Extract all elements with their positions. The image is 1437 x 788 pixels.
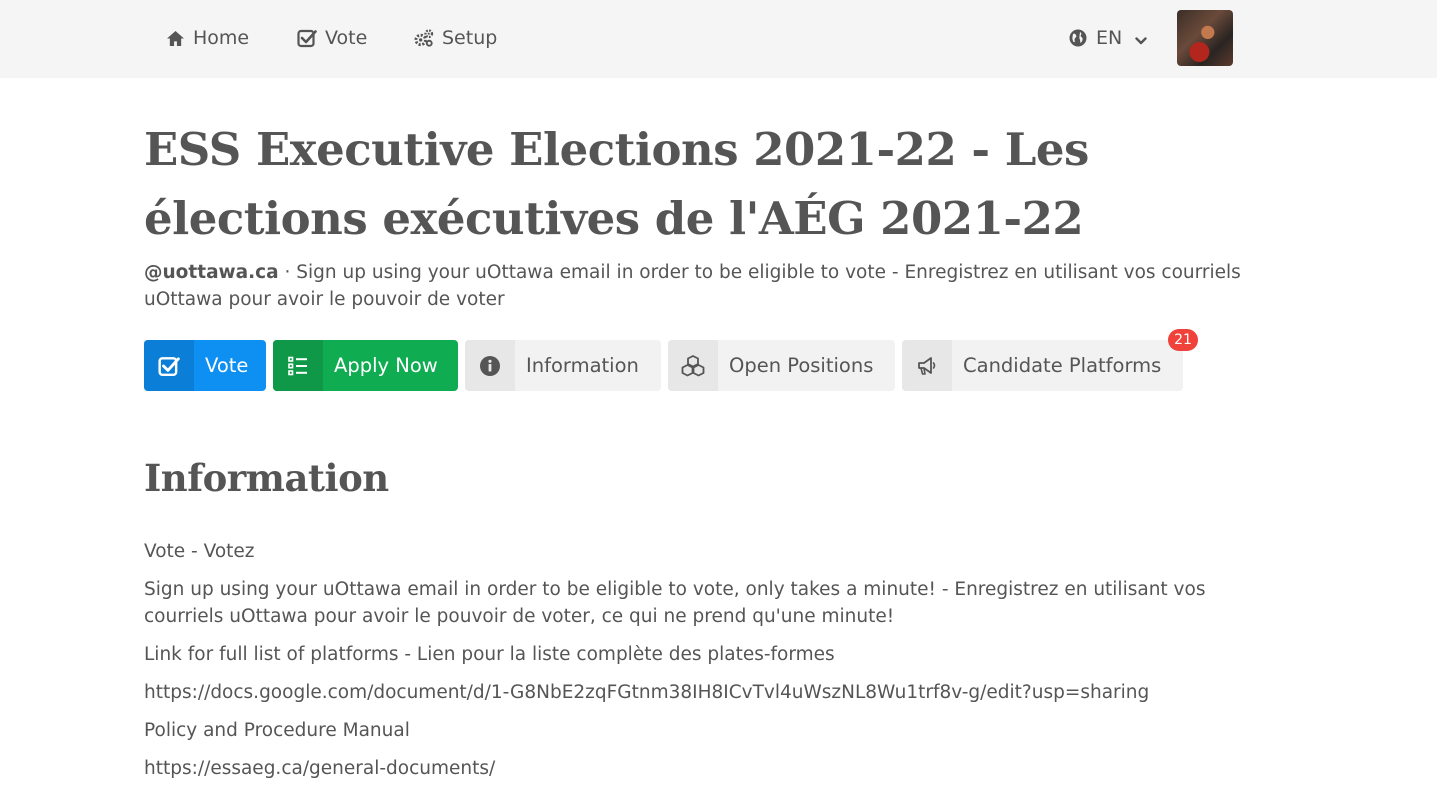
info-line: Link for full list of platforms - Lien p… [144,644,835,665]
top-navbar: Home Vote Setup EN [0,0,1437,78]
nav-home-label: Home [193,27,250,49]
election-domain: @uottawa.ca [144,262,279,283]
vote-button-label: Vote [205,354,249,377]
chevron-down-icon [1134,31,1148,45]
list-icon [273,340,323,391]
apply-now-button-label: Apply Now [334,354,438,377]
info-line: Vote - Votez [144,541,255,562]
nav-setup-link[interactable]: Setup [414,24,497,52]
nav-vote-label: Vote [325,27,368,49]
candidate-platforms-button-label: Candidate Platforms [963,354,1162,377]
nav-setup-label: Setup [442,27,498,49]
candidate-count-badge: 21 [1168,329,1198,351]
info-line: https://essaeg.ca/general-documents/ [144,758,496,779]
info-line: https://docs.google.com/document/d/1-G8N… [144,682,1150,703]
info-line: Sign up using your uOttawa email in orde… [144,579,1206,627]
user-avatar[interactable] [1177,10,1233,66]
information-button[interactable]: Information [465,340,661,391]
globe-icon [1068,28,1088,48]
cubes-icon [668,340,718,391]
open-positions-button[interactable]: Open Positions [668,340,895,391]
check-square-icon [297,28,317,48]
subtitle-separator: · [278,262,297,283]
language-selector[interactable]: EN [1068,24,1148,52]
apply-now-button[interactable]: Apply Now [273,340,458,391]
information-heading: Information [144,456,389,500]
check-square-icon [144,340,194,391]
vote-button[interactable]: Vote [144,340,266,391]
language-label: EN [1096,27,1123,49]
election-title: ESS Executive Elections 2021-22 - Les él… [144,123,1089,245]
megaphone-icon [902,340,952,391]
election-description: Sign up using your uOttawa email in orde… [144,262,1241,310]
info-circle-icon [465,340,515,391]
nav-vote-link[interactable]: Vote [297,24,367,52]
nav-home-link[interactable]: Home [165,24,249,52]
election-subtitle: @uottawa.ca · Sign up using your uOttawa… [144,259,1254,313]
gears-icon [414,28,434,48]
info-line: Policy and Procedure Manual [144,720,410,741]
information-body: Vote - Votez Sign up using your uOttawa … [144,538,1254,788]
candidate-platforms-button[interactable]: Candidate Platforms [902,340,1183,391]
information-button-label: Information [526,354,639,377]
home-icon [165,28,185,48]
open-positions-button-label: Open Positions [729,354,874,377]
